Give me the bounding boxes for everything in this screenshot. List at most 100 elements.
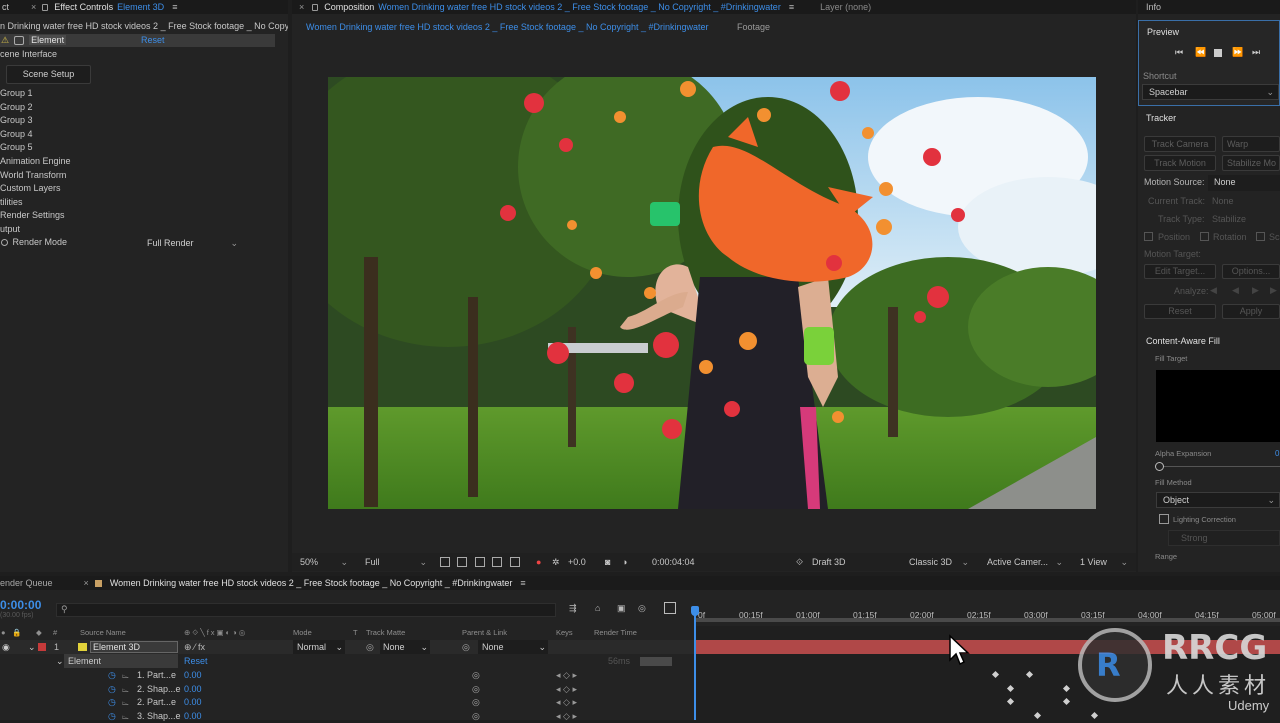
- close-icon[interactable]: ×: [299, 2, 304, 12]
- grid-guides-icon[interactable]: [492, 557, 502, 567]
- playhead-handle-icon[interactable]: [691, 606, 699, 616]
- time-ruler[interactable]: 0f 00:15f 01:00f 01:15f 02:00f 02:15f 03:00f 03…: [694, 602, 1280, 624]
- analyze-forward-icon[interactable]: ▶: [1270, 285, 1277, 296]
- resolution-dropdown[interactable]: Full ⌄: [365, 555, 427, 569]
- close-icon[interactable]: ×: [31, 2, 36, 12]
- analyze-back-icon[interactable]: ◀: [1210, 285, 1217, 296]
- lighting-strength-dropdown[interactable]: Strong: [1168, 530, 1280, 546]
- parent-dropdown[interactable]: None ⌄: [478, 640, 548, 654]
- reset-link[interactable]: Reset: [141, 34, 165, 47]
- draft-3d-label[interactable]: Draft 3D: [812, 555, 846, 569]
- layer-mode-dropdown[interactable]: Normal ⌄: [293, 640, 345, 654]
- effect-reset-link[interactable]: Reset: [184, 654, 208, 668]
- stopwatch-icon[interactable]: ◷: [108, 682, 116, 696]
- effect-group-7[interactable]: World Transform: [0, 169, 66, 182]
- parent-header[interactable]: Parent & Link: [462, 626, 507, 640]
- viewer-timecode[interactable]: 0:00:04:04: [652, 555, 695, 569]
- footage-tab[interactable]: Footage: [737, 22, 770, 32]
- track-motion-button[interactable]: Track Motion: [1144, 155, 1216, 171]
- rotation-checkbox[interactable]: [1200, 232, 1209, 241]
- keyframe-nav-icon[interactable]: ◂ ◇ ▸: [556, 682, 577, 696]
- timeline-comp-tab[interactable]: Women Drinking water free HD stock video…: [110, 578, 513, 588]
- fx-icon[interactable]: [13, 36, 24, 46]
- breadcrumb-comp[interactable]: Women Drinking water free HD stock video…: [306, 22, 709, 32]
- property-value[interactable]: 0.00: [184, 695, 202, 709]
- effect-group-1[interactable]: Group 1: [0, 87, 33, 100]
- menu-icon[interactable]: ≡: [172, 2, 177, 12]
- layer-visible-icon[interactable]: ◉: [2, 640, 10, 654]
- track-matte-header[interactable]: Track Matte: [366, 626, 405, 640]
- composition-viewer[interactable]: [328, 77, 1096, 509]
- property-value[interactable]: 0.00: [184, 682, 202, 696]
- current-time-display[interactable]: 0:00:00: [0, 598, 41, 612]
- first-frame-icon[interactable]: ⏮: [1175, 47, 1183, 58]
- tracker-reset-button[interactable]: Reset: [1144, 304, 1216, 319]
- close-icon[interactable]: ×: [84, 578, 89, 588]
- analyze-back-frame-icon[interactable]: ◀: [1232, 285, 1239, 296]
- graph-icon[interactable]: ⌳: [122, 682, 129, 696]
- effect-group-9[interactable]: tilities: [0, 196, 23, 209]
- region-of-interest-icon[interactable]: [440, 557, 450, 567]
- menu-icon[interactable]: ≡: [789, 2, 794, 12]
- layer-name[interactable]: Element 3D: [90, 641, 178, 653]
- stabilize-motion-button[interactable]: Stabilize Mo: [1222, 155, 1280, 171]
- layer-switches[interactable]: ⊕ ⁄ fx: [184, 640, 205, 654]
- position-checkbox[interactable]: [1144, 232, 1153, 241]
- alpha-expansion-handle[interactable]: [1155, 462, 1164, 471]
- stop-icon[interactable]: [1214, 49, 1222, 57]
- views-dropdown[interactable]: 1 View ⌄: [1080, 555, 1128, 569]
- info-tab[interactable]: Info: [1138, 0, 1280, 14]
- lock-icon[interactable]: [42, 3, 49, 11]
- prev-frame-icon[interactable]: ⏪: [1195, 47, 1206, 58]
- lock-column-icon[interactable]: 🔒: [12, 626, 21, 640]
- analyze-forward-frame-icon[interactable]: ▶: [1252, 285, 1259, 296]
- composition-tab-prefix[interactable]: Composition: [324, 2, 374, 12]
- composition-tab-title[interactable]: Women Drinking water free HD stock video…: [378, 2, 781, 12]
- channel-icon[interactable]: [510, 557, 520, 567]
- scene-interface[interactable]: cene Interface: [0, 48, 57, 61]
- scene-setup-button[interactable]: Scene Setup: [6, 65, 91, 84]
- mode-header[interactable]: Mode: [293, 626, 312, 640]
- property-row[interactable]: ◷ ⌳ 2. Part...e 0.00 ◎ ◂ ◇ ▸: [0, 695, 694, 709]
- exposure-icon[interactable]: ✲: [552, 555, 560, 569]
- show-snapshot-icon[interactable]: ◑: [622, 555, 627, 569]
- graph-icon[interactable]: ⌳: [122, 709, 129, 723]
- timeline-search-input[interactable]: ⚲: [56, 603, 556, 617]
- effect-group-3[interactable]: Group 3: [0, 114, 33, 127]
- options-button[interactable]: Options...: [1222, 264, 1280, 279]
- layer-tab[interactable]: Layer (none): [820, 2, 871, 12]
- effect-name[interactable]: Element: [64, 654, 178, 668]
- render-queue-tab[interactable]: ender Queue: [0, 578, 53, 588]
- effect-row[interactable]: ⌄ Element Reset 56ms: [0, 654, 694, 668]
- label-column-icon[interactable]: ◆: [36, 626, 42, 640]
- track-camera-button[interactable]: Track Camera: [1144, 136, 1216, 152]
- motion-source-dropdown[interactable]: None: [1208, 175, 1280, 191]
- alpha-expansion-slider[interactable]: [1160, 466, 1280, 467]
- tracker-apply-button[interactable]: Apply: [1222, 304, 1280, 319]
- last-frame-icon[interactable]: ⏭: [1252, 47, 1260, 58]
- stopwatch-icon[interactable]: ◷: [108, 709, 116, 723]
- camera-dropdown[interactable]: Active Camer... ⌄: [987, 555, 1063, 569]
- expression-pickwhip-icon[interactable]: ◎: [472, 682, 480, 696]
- property-row[interactable]: ◷ ⌳ 2. Shap...e 0.00 ◎ ◂ ◇ ▸: [0, 682, 694, 696]
- expand-chevron-icon[interactable]: ⌄: [28, 640, 36, 654]
- draft-3d-toggle-icon[interactable]: ⌂: [595, 603, 600, 613]
- scale-checkbox[interactable]: [1256, 232, 1265, 241]
- property-row[interactable]: ◷ ⌳ 1. Part...e 0.00 ◎ ◂ ◇ ▸: [0, 668, 694, 682]
- zoom-dropdown[interactable]: 50% ⌄: [300, 555, 348, 569]
- effect-group-11[interactable]: utput: [0, 223, 20, 236]
- renderer-dropdown[interactable]: Classic 3D ⌄: [909, 555, 969, 569]
- snapshot-icon[interactable]: ◙: [605, 555, 610, 569]
- transparency-grid-icon[interactable]: [457, 557, 467, 567]
- next-frame-icon[interactable]: ⏩: [1232, 47, 1243, 58]
- work-area-bar[interactable]: [694, 618, 1280, 622]
- layer-row[interactable]: ◉ ⌄ 1 Element 3D ⊕ ⁄ fx Normal ⌄ ◎ None …: [0, 640, 694, 654]
- color-channels-icon[interactable]: ●: [536, 555, 541, 569]
- edit-target-button[interactable]: Edit Target...: [1144, 264, 1216, 279]
- graph-editor-icon[interactable]: [664, 602, 676, 614]
- keyframe-nav-icon[interactable]: ◂ ◇ ▸: [556, 709, 577, 723]
- graph-icon[interactable]: ⌳: [122, 668, 129, 682]
- comp-flowchart-icon[interactable]: ⇶: [569, 603, 577, 614]
- effect-group-4[interactable]: Group 4: [0, 128, 33, 141]
- track-matte-dropdown[interactable]: None ⌄: [380, 640, 430, 654]
